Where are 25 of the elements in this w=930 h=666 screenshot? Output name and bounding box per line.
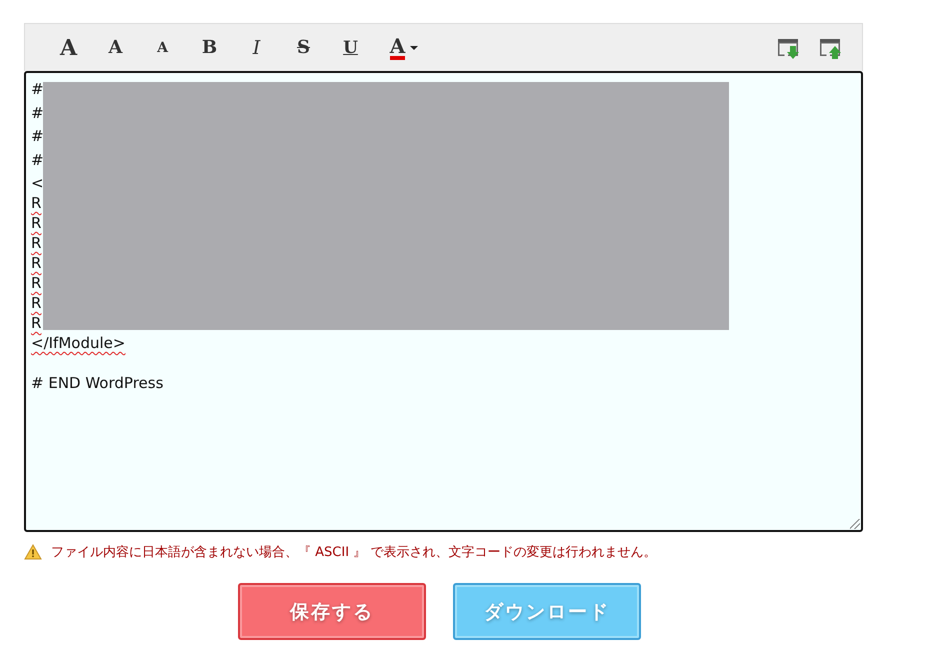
code-line: R	[31, 234, 42, 252]
code-line: R	[31, 294, 42, 312]
code-line: R	[31, 254, 42, 272]
text-editor[interactable]: # # # # < R R R R R R R </IfModule> # END WordPress	[24, 71, 863, 532]
code-line: #	[31, 80, 44, 98]
code-line: R	[31, 314, 42, 332]
code-line: R	[31, 194, 42, 212]
code-line: #	[31, 150, 44, 168]
bold-button[interactable]: B	[186, 32, 233, 62]
code-line: <	[31, 174, 44, 192]
font-color-button[interactable]: A	[382, 32, 426, 62]
code-line: R	[31, 214, 42, 232]
small-font-button[interactable]: A	[139, 32, 186, 62]
notice-text: ファイル内容に日本語が含まれない場合、『 ASCII 』 で表示され、文字コードの変更は行われません。	[51, 544, 656, 561]
strikethrough-button[interactable]: S	[280, 32, 327, 62]
medium-font-button[interactable]: A	[92, 32, 139, 62]
underline-button[interactable]: U	[327, 32, 374, 62]
warning-icon	[24, 544, 42, 560]
italic-button[interactable]: I	[233, 32, 280, 62]
code-line: # END WordPress	[31, 374, 164, 392]
large-font-button[interactable]: A	[45, 32, 92, 62]
code-line: R	[31, 274, 42, 292]
code-line: #	[31, 127, 44, 145]
code-line: </IfModule>	[31, 334, 126, 352]
code-line: #	[31, 104, 44, 122]
